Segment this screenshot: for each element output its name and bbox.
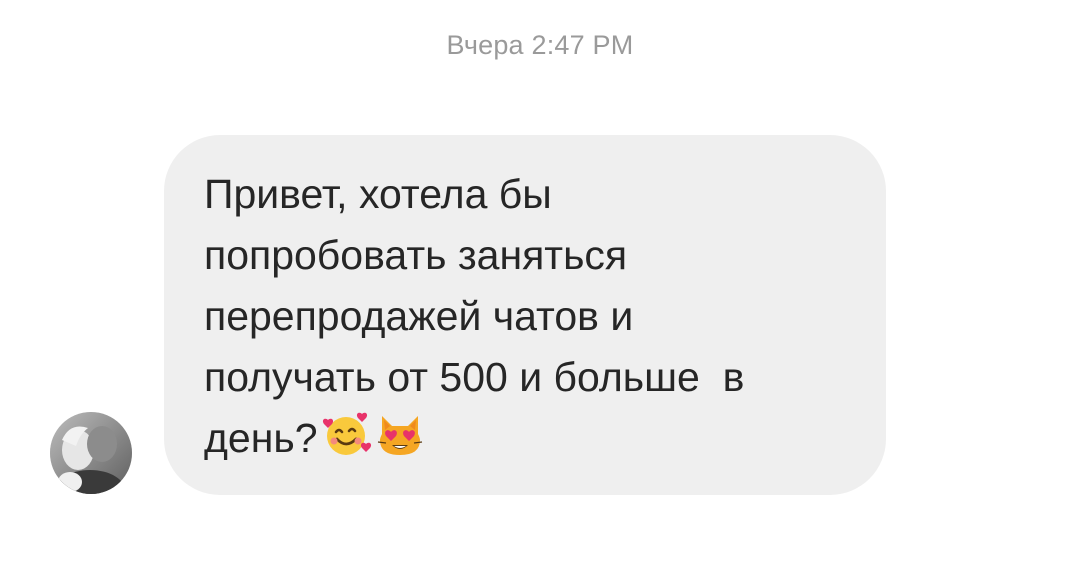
chat-screen: Вчера 2:47 PM Привет, хотела бы попробов… bbox=[0, 0, 1080, 567]
heart-eyes-cat-icon bbox=[376, 412, 424, 458]
smiling-face-with-hearts-icon bbox=[322, 412, 372, 458]
message-timestamp: Вчера 2:47 PM bbox=[446, 30, 634, 60]
message-bubble[interactable]: Привет, хотела бы попробовать заняться п… bbox=[164, 135, 886, 495]
message-line-5-row: день? bbox=[204, 408, 846, 469]
message-line-2: попробовать заняться bbox=[204, 232, 628, 278]
message-line-5: день? bbox=[204, 415, 318, 461]
message-line-3: перепродажей чатов и bbox=[204, 293, 634, 339]
message-line-4: получать от 500 и больше в bbox=[204, 354, 745, 400]
message-line-1: Привет, хотела бы bbox=[204, 171, 552, 217]
avatar-photo bbox=[50, 412, 132, 494]
sender-avatar[interactable] bbox=[50, 412, 132, 494]
